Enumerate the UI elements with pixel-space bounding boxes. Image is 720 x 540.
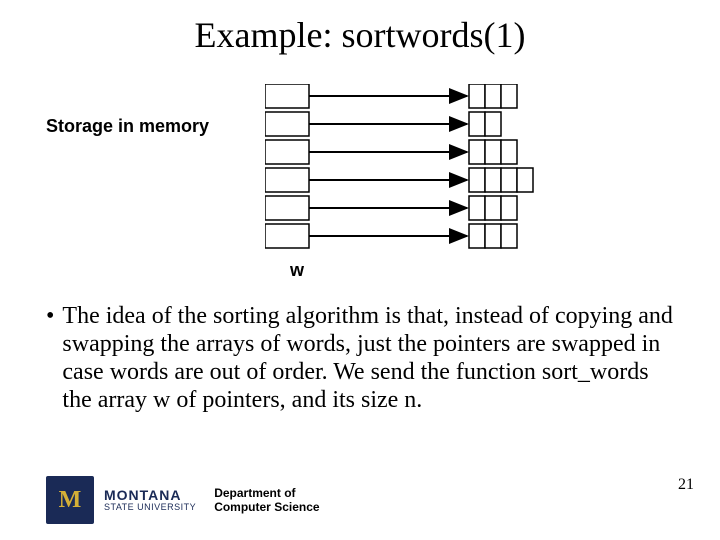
dept-line-1: Department of — [214, 486, 319, 500]
bullet-item: • The idea of the sorting algorithm is t… — [46, 302, 676, 414]
dept-line-2: Computer Science — [214, 500, 319, 514]
memory-cell — [501, 140, 517, 164]
memory-cell — [485, 140, 501, 164]
diagram-svg — [265, 84, 645, 284]
memory-cell — [501, 224, 517, 248]
bullet-list: • The idea of the sorting algorithm is t… — [46, 302, 676, 414]
pointer-box — [265, 84, 309, 108]
memory-cell — [469, 84, 485, 108]
memory-cell — [517, 168, 533, 192]
pointer-box — [265, 196, 309, 220]
pointer-box — [265, 168, 309, 192]
slide: Example: sortwords(1) Storage in memory … — [0, 0, 720, 540]
university-subtitle: STATE UNIVERSITY — [104, 503, 196, 512]
memory-cell — [469, 196, 485, 220]
array-label: w — [290, 260, 304, 281]
pointer-box — [265, 140, 309, 164]
memory-cell — [501, 196, 517, 220]
page-number: 21 — [678, 476, 694, 494]
logo-text: MONTANA STATE UNIVERSITY — [104, 488, 196, 512]
pointer-box — [265, 112, 309, 136]
bullet-dot: • — [46, 302, 54, 330]
memory-diagram — [265, 84, 645, 284]
memory-cell — [485, 196, 501, 220]
memory-cell — [485, 112, 501, 136]
memory-cell — [501, 168, 517, 192]
memory-cell — [469, 112, 485, 136]
memory-cell — [485, 168, 501, 192]
memory-cell — [485, 84, 501, 108]
memory-cell — [485, 224, 501, 248]
memory-cell — [469, 224, 485, 248]
slide-title: Example: sortwords(1) — [0, 14, 720, 56]
memory-cell — [469, 168, 485, 192]
pointer-box — [265, 224, 309, 248]
footer-logo: M MONTANA STATE UNIVERSITY Department of… — [46, 476, 320, 524]
memory-cell — [469, 140, 485, 164]
university-name: MONTANA — [104, 488, 196, 503]
logo-mark: M — [46, 476, 94, 524]
department-text: Department of Computer Science — [214, 486, 319, 515]
memory-cell — [501, 84, 517, 108]
storage-label: Storage in memory — [46, 116, 209, 137]
bullet-text: The idea of the sorting algorithm is tha… — [62, 302, 676, 414]
